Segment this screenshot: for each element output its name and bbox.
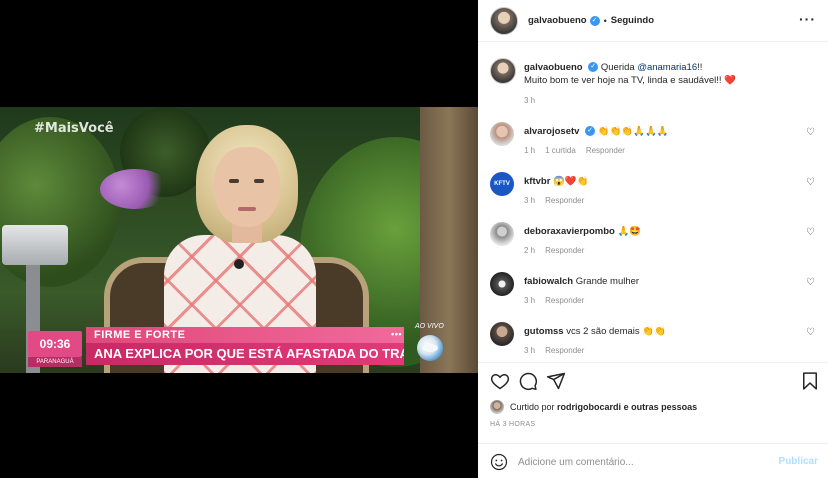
publish-button[interactable]: Publicar [779,456,818,467]
verified-badge-icon: ✓ [585,126,596,137]
show-hashtag: #MaisVocê [34,121,114,136]
liked-by-others[interactable]: e outras pessoas [624,402,698,412]
presenter-mouth [238,207,256,211]
globo-logo [417,335,443,361]
caption-suffix: !! [697,62,703,73]
comment-text: 🙏🤩 [617,226,642,237]
post-actions [478,362,828,398]
lower-third-tag: FIRME E FORTE ••• [86,327,404,343]
heart-icon[interactable]: ♡ [806,128,816,138]
comment-username[interactable]: alvarojosetv [524,126,579,137]
comment-text: Grande mulher [575,276,640,287]
heart-icon[interactable]: ♡ [806,178,816,188]
comment-username[interactable]: kftvbr [524,176,550,187]
smiley-icon[interactable] [490,453,508,471]
live-label: AO VIVO [415,323,444,330]
lapel-microphone [234,259,244,269]
liked-by-prefix: Curtido por [510,402,555,412]
comment-likes[interactable]: 1 curtida [545,146,576,155]
verified-badge-icon: ✓ [588,62,599,73]
comment-body: alvarojosetv ✓ 👏👏👏🙏🙏🙏 [524,125,794,138]
post-timestamp[interactable]: HÁ 3 HORAS [490,421,535,428]
comment-text: 😱❤️👏 [553,176,589,187]
comments-list[interactable]: galvaobueno ✓ Querida @anamaria16!! Muit… [478,42,828,362]
comment-username[interactable]: deboraxavierpombo [524,226,615,237]
orchid-flowers [100,169,170,209]
reply-button[interactable]: Responder [545,246,584,255]
comment-username[interactable]: fabiowalch [524,276,573,287]
separator: • [603,15,607,26]
verified-badge-icon: ✓ [589,15,600,26]
liked-by: Curtido por rodrigobocardi e outras pess… [490,400,697,414]
post-media[interactable]: #MaisVocê 09:36 PARANAGUÁ FIRME E FORTE … [0,0,478,478]
comment-time: 2 h [524,246,536,255]
caption-username[interactable]: galvaobueno [524,62,583,73]
lower-third-dots: ••• [391,329,402,339]
comment-body: deboraxavierpombo 🙏🤩 [524,225,794,238]
bookmark-icon[interactable] [800,371,820,391]
comment-time: 1 h [524,146,536,155]
avatar[interactable] [490,272,514,296]
comment-username[interactable]: gutomss [524,326,564,337]
avatar[interactable] [490,6,518,35]
background-pillar [420,107,478,373]
tv-clock: 09:36 [28,331,82,357]
caption-body: galvaobueno ✓ Querida @anamaria16!! Muit… [524,61,794,87]
video-frame[interactable]: #MaisVocê 09:36 PARANAGUÁ FIRME E FORTE … [0,107,478,373]
caption-text: Muito bom te ver hoje na TV, linda e sau… [524,75,736,86]
presenter-eye [254,179,264,183]
comment-meta: 1 h 1 curtida Responder [524,146,635,155]
heart-icon[interactable]: ♡ [806,328,816,338]
caption-meta: 3 h [524,96,545,105]
lower-third-headline: ANA EXPLICA POR QUE ESTÁ AFASTADA DO TRA… [86,343,404,365]
reply-button[interactable]: Responder [545,296,584,305]
caption-time: 3 h [524,96,536,105]
post-sidebar: galvaobueno ✓ • Seguindo ··· galvaobueno… [478,0,828,478]
comment-body: kftvbr 😱❤️👏 [524,175,794,188]
caption-mention[interactable]: @anamaria16 [637,62,697,73]
comment-text: vcs 2 são demais 👏👏 [566,326,666,337]
heart-icon[interactable]: ♡ [806,278,816,288]
silver-vase [2,225,68,265]
comment-text: 👏👏👏🙏🙏🙏 [597,126,669,137]
post-header: galvaobueno ✓ • Seguindo ··· [478,0,828,42]
avatar[interactable] [490,58,516,84]
comment-body: fabiowalch Grande mulher [524,275,794,288]
comment-time: 3 h [524,296,536,305]
avatar[interactable] [490,322,514,346]
presenter-eye [229,179,239,183]
avatar[interactable] [490,400,504,414]
send-icon[interactable] [546,371,566,391]
comment-meta: 3 h Responder [524,296,594,305]
reply-button[interactable]: Responder [545,346,584,355]
avatar[interactable] [490,222,514,246]
lower-third: FIRME E FORTE ••• ANA EXPLICA POR QUE ES… [86,327,406,365]
more-horizontal-icon[interactable]: ··· [799,11,816,27]
comment-body: gutomss vcs 2 são demais 👏👏 [524,325,794,338]
reply-button[interactable]: Responder [586,146,625,155]
comment-time: 3 h [524,196,536,205]
avatar[interactable]: KFTV [490,172,514,196]
tv-clock-city: PARANAGUÁ [28,357,82,367]
heart-icon[interactable] [490,371,510,391]
reply-button[interactable]: Responder [545,196,584,205]
following-button[interactable]: Seguindo [611,15,654,26]
liked-by-user[interactable]: rodrigobocardi [557,402,621,412]
comment-time: 3 h [524,346,536,355]
comment-meta: 3 h Responder [524,196,594,205]
comment-icon[interactable] [518,371,538,391]
comment-meta: 2 h Responder [524,246,594,255]
caption-prefix: Querida [600,62,638,73]
comment-composer: Publicar [478,443,828,478]
avatar[interactable] [490,122,514,146]
presenter-face [214,147,280,227]
comment-meta: 3 h Responder [524,346,594,355]
header-username[interactable]: galvaobueno [528,15,587,26]
comment-input[interactable] [518,453,768,471]
heart-icon[interactable]: ♡ [806,228,816,238]
